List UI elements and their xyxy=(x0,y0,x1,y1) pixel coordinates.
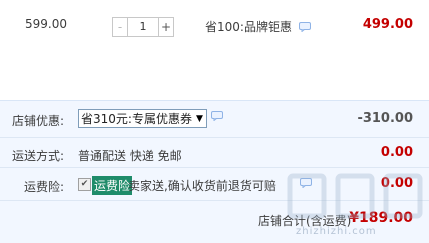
insurance-tag: 运费险 xyxy=(92,176,133,195)
shop-discount-label: 店铺优惠: xyxy=(12,114,65,128)
shipping-method-label: 运送方式: xyxy=(12,149,65,163)
check-icon: ✔ xyxy=(80,179,89,189)
unit-price: 599.00 xyxy=(25,17,67,31)
shipping-fee: 0.00 xyxy=(380,145,413,160)
divider xyxy=(0,137,429,138)
discount-amount: -310.00 xyxy=(357,111,413,126)
shipping-method-options: 普通配送 快递 免邮 xyxy=(78,149,182,163)
promotion-label: 省100:品牌钜惠 xyxy=(205,18,311,35)
coupon-selected-value: 省310元:专属优惠券 xyxy=(81,112,192,126)
quantity-increase-button[interactable]: + xyxy=(158,18,173,36)
quantity-input[interactable]: 1 xyxy=(128,18,158,36)
insurance-checkbox[interactable]: ✔ xyxy=(78,178,91,191)
coupon-select[interactable]: 省310元:专属优惠券 ▼ xyxy=(78,109,207,128)
watermark-text: zhizhizhi.com xyxy=(296,226,377,237)
item-subtotal: 499.00 xyxy=(362,17,413,32)
watermark-logo xyxy=(287,173,423,219)
insurance-description: 卖家送,确认收货前退货可赔 xyxy=(128,179,276,193)
promotion-text: 省100:品牌钜惠 xyxy=(205,20,292,34)
triangle-down-icon: ▼ xyxy=(195,113,203,124)
quantity-decrease-button[interactable]: - xyxy=(113,18,128,36)
quantity-stepper[interactable]: - 1 + xyxy=(112,17,174,37)
speech-bubble-icon[interactable] xyxy=(211,111,223,124)
shipping-insurance-label: 运费险: xyxy=(24,180,65,194)
speech-bubble-icon[interactable] xyxy=(298,21,311,35)
